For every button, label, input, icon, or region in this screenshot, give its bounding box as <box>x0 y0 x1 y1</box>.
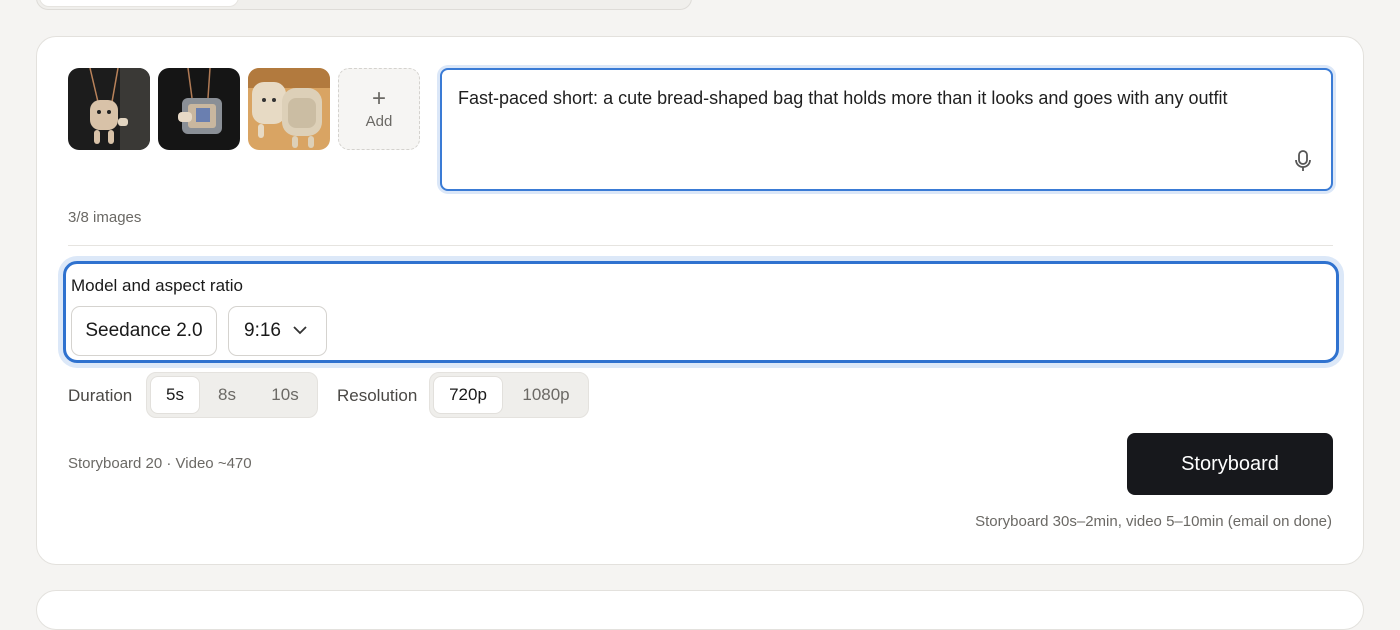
resolution-toggle: 720p 1080p <box>429 372 589 418</box>
thumbnail-image <box>248 68 330 150</box>
plus-icon: + <box>371 84 386 112</box>
image-thumbnail-3[interactable] <box>248 68 330 150</box>
prompt-input[interactable]: Fast-paced short: a cute bread-shaped ba… <box>440 68 1333 191</box>
model-aspect-section: Model and aspect ratio Seedance 2.0 9:16 <box>63 261 1339 363</box>
chevron-down-icon <box>293 326 307 335</box>
top-tab-bar <box>36 0 692 10</box>
add-image-button[interactable]: + Add <box>338 68 420 150</box>
divider <box>68 245 1333 246</box>
timing-hint: Storyboard 30s–2min, video 5–10min (emai… <box>975 513 1332 530</box>
microphone-icon[interactable] <box>1293 149 1313 173</box>
duration-label: Duration <box>68 386 133 405</box>
image-thumbnail-1[interactable] <box>68 68 150 150</box>
cost-estimate: Storyboard 20 · Video ~470 <box>68 455 252 472</box>
next-card <box>36 590 1364 630</box>
generator-card: + Add Fast-paced short: a cute bread-sha… <box>36 36 1364 565</box>
duration-option-10s[interactable]: 10s <box>257 376 313 414</box>
resolution-label: Resolution <box>337 386 418 405</box>
thumbnail-image <box>68 68 150 150</box>
duration-option-8s[interactable]: 8s <box>203 376 251 414</box>
thumbnail-image <box>158 68 240 150</box>
prompt-text[interactable]: Fast-paced short: a cute bread-shaped ba… <box>458 86 1271 110</box>
duration-toggle: 5s 8s 10s <box>146 372 318 418</box>
aspect-ratio-value: 9:16 <box>244 320 281 341</box>
image-thumbnail-2[interactable] <box>158 68 240 150</box>
resolution-option-1080p[interactable]: 1080p <box>508 376 584 414</box>
storyboard-button[interactable]: Storyboard <box>1127 433 1333 495</box>
add-image-label: Add <box>365 112 393 130</box>
resolution-option-720p[interactable]: 720p <box>433 376 503 414</box>
aspect-ratio-select[interactable]: 9:16 <box>228 306 327 356</box>
active-tab[interactable] <box>39 0 239 7</box>
image-count: 3/8 images <box>68 209 142 226</box>
duration-option-5s[interactable]: 5s <box>150 376 200 414</box>
model-select-value: Seedance 2.0 <box>85 320 203 341</box>
model-select[interactable]: Seedance 2.0 <box>71 306 217 356</box>
model-section-title: Model and aspect ratio <box>71 276 243 295</box>
